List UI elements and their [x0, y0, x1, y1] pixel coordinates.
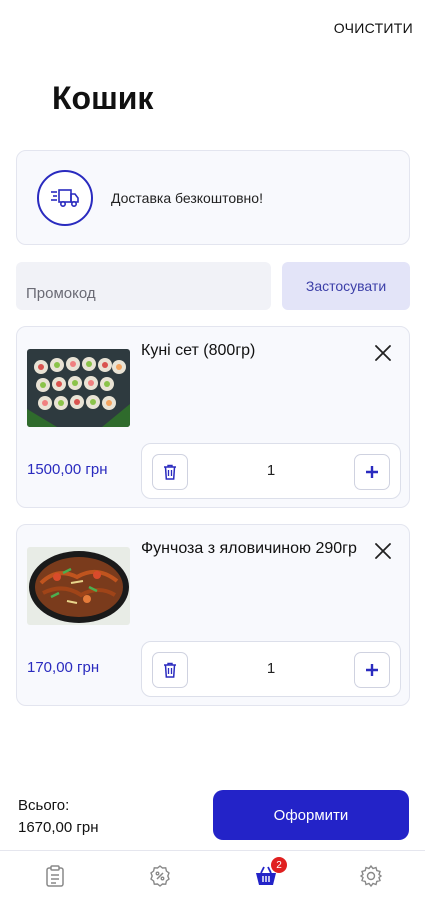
plus-icon [366, 664, 378, 676]
bottom-tab-bar: 2 [0, 850, 425, 900]
cart-item: Фунчоза з яловичиною 290гр 170,00 грн 1 [16, 524, 410, 706]
tab-cart[interactable]: 2 [253, 857, 287, 889]
page-title: Кошик [52, 80, 154, 116]
clear-cart-button[interactable]: ОЧИСТИТИ [334, 20, 413, 36]
order-total: Всього: 1670,00 грн [18, 795, 99, 839]
item-price: 170,00 грн [27, 659, 100, 676]
increase-quantity-button[interactable] [354, 652, 390, 688]
cart-badge: 2 [271, 857, 287, 873]
remove-item-button[interactable] [373, 343, 393, 363]
item-image [27, 547, 130, 625]
item-price: 1500,00 грн [27, 461, 108, 478]
increase-quantity-button[interactable] [354, 454, 390, 490]
tab-settings[interactable] [358, 863, 384, 889]
quantity-stepper: 1 [141, 641, 401, 697]
cart-item: Куні сет (800гр) 1500,00 грн 1 [16, 326, 410, 508]
apply-promo-button[interactable]: Застосувати [282, 262, 410, 310]
delivery-text: Доставка безкоштовно! [111, 189, 263, 206]
item-name: Фунчоза з яловичиною 290гр [141, 540, 357, 557]
tab-promotions[interactable] [147, 863, 173, 889]
remove-item-button[interactable] [373, 541, 393, 561]
total-label: Всього: [18, 797, 70, 814]
item-name: Куні сет (800гр) [141, 342, 256, 359]
percent-icon [150, 865, 170, 887]
delivery-banner: Доставка безкоштовно! [16, 150, 410, 245]
settings-icon [359, 864, 383, 888]
close-icon [375, 543, 391, 559]
close-icon [375, 345, 391, 361]
tab-menu[interactable] [42, 863, 68, 889]
promo-code-input[interactable] [16, 262, 271, 310]
total-value: 1670,00 грн [18, 819, 99, 836]
quantity-stepper: 1 [141, 443, 401, 499]
delivery-truck-icon [37, 169, 93, 226]
menu-list-icon [46, 865, 64, 887]
checkout-button[interactable]: Оформити [213, 790, 409, 840]
plus-icon [366, 466, 378, 478]
item-image [27, 349, 130, 427]
